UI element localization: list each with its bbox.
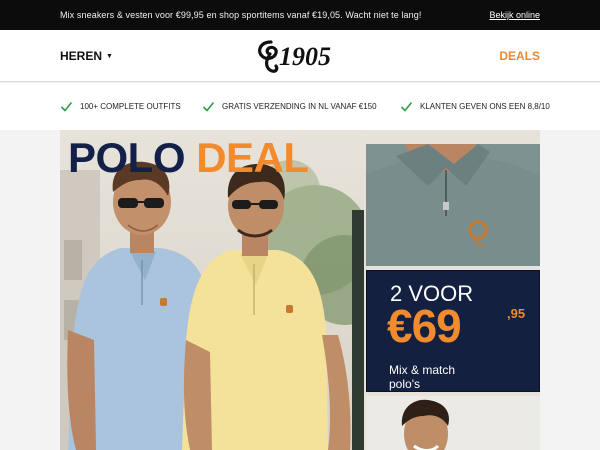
brand-mark-icon [258,40,279,73]
logo-text: 1905 [279,42,331,71]
model-portrait-image [366,396,540,450]
header: HEREN ▼ 1905 DEALS [0,30,600,82]
headline-word-deal: DEAL [196,134,309,181]
nav-men-dropdown[interactable]: HEREN ▼ [60,49,113,63]
usp-label: KLANTEN GEVEN ONS EEN 8,8/10 [420,102,550,111]
promo-price-cents: ,95 [507,306,526,321]
promo-price: €69 [387,300,462,352]
hero-headline: POLO DEAL [68,134,309,182]
usp-item-outfits: 100+ COMPLETE OUTFITS [60,100,181,113]
usp-item-shipping: GRATIS VERZENDING IN NL VANAF €150 [202,100,377,113]
usp-label: 100+ COMPLETE OUTFITS [80,102,181,111]
promo-text: Mix sneakers & vesten voor €99,95 en sho… [60,10,422,20]
check-icon [202,101,215,112]
chevron-down-icon: ▼ [106,53,113,60]
nav-deals-link[interactable]: DEALS [499,49,540,63]
tile-model-portrait[interactable] [366,396,540,450]
promo-price-tile[interactable]: 2 VOOR €69 ,95 Mix & match polo's [366,270,540,392]
usp-label: GRATIS VERZENDING IN NL VANAF €150 [222,102,377,111]
nav-men-label: HEREN [60,49,103,63]
tile-polo-closeup[interactable] [366,144,540,266]
check-icon [60,101,73,112]
promo-subtitle-line2: polo's [389,377,420,391]
usp-bar: 100+ COMPLETE OUTFITS GRATIS VERZENDING … [0,83,600,130]
top-promo-bar: Mix sneakers & vesten voor €99,95 en sho… [0,0,600,30]
check-icon [400,101,413,112]
polo-closeup-image [366,144,540,266]
hero-banner[interactable]: POLO DEAL 2 VOOR €69 ,95 Mix & match pol… [60,130,540,450]
view-online-link[interactable]: Bekijk online [489,10,540,20]
brand-logo[interactable]: 1905 [257,38,343,76]
usp-item-rating: KLANTEN GEVEN ONS EEN 8,8/10 [400,100,550,113]
promo-subtitle-line1: Mix & match [389,363,456,377]
headline-word-polo: POLO [68,134,186,181]
